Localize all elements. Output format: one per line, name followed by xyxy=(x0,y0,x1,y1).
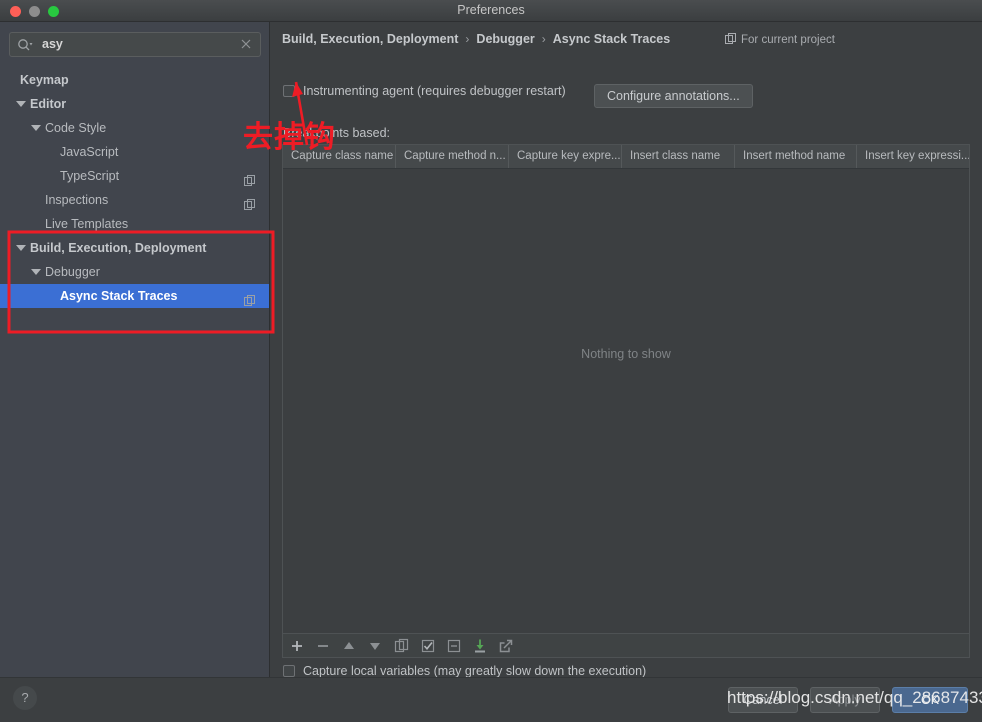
sidebar-item-label: Build, Execution, Deployment xyxy=(30,241,207,255)
sidebar-item-build-execution-deployment[interactable]: Build, Execution, Deployment xyxy=(0,236,269,260)
sidebar-item-debugger[interactable]: Debugger xyxy=(0,260,269,284)
disable-all-icon[interactable] xyxy=(446,638,462,654)
dialog-footer: ? Cancel Apply OK xyxy=(0,677,982,722)
export-icon[interactable] xyxy=(498,638,514,654)
help-button[interactable]: ? xyxy=(13,686,37,710)
breakpoints-based-label: Breakpoints based: xyxy=(283,126,391,140)
sidebar-item-typescript[interactable]: TypeScript xyxy=(0,164,269,188)
preferences-dialog: Preferences Keymap Editor Code Style JavaSc… xyxy=(0,0,982,722)
instrumenting-agent-label: Instrumenting agent (requires debugger r… xyxy=(303,84,566,98)
sidebar-item-code-style[interactable]: Code Style xyxy=(0,116,269,140)
clear-search-icon[interactable] xyxy=(239,37,253,51)
capture-local-variables-checkbox[interactable] xyxy=(283,665,295,677)
settings-tree: Keymap Editor Code Style JavaScript TypeScri… xyxy=(0,68,269,308)
for-current-project-text: For current project xyxy=(741,34,835,46)
table-column-header[interactable]: Insert key expressi... xyxy=(857,145,969,168)
expand-arrow-icon[interactable] xyxy=(16,101,26,107)
move-down-icon[interactable] xyxy=(367,638,383,654)
sidebar-item-keymap[interactable]: Keymap xyxy=(0,68,269,92)
sidebar-item-async-stack-traces[interactable]: Async Stack Traces xyxy=(0,284,269,308)
sidebar-item-editor[interactable]: Editor xyxy=(0,92,269,116)
sidebar-item-live-templates[interactable]: Live Templates xyxy=(0,212,269,236)
sidebar-item-label: Async Stack Traces xyxy=(60,289,178,303)
window-titlebar: Preferences xyxy=(0,0,982,22)
remove-icon[interactable] xyxy=(315,638,331,654)
capture-points-table: Capture class name Capture method n... Cap… xyxy=(282,144,970,634)
move-up-icon[interactable] xyxy=(341,638,357,654)
copy-icon[interactable] xyxy=(394,638,410,654)
settings-sidebar: Keymap Editor Code Style JavaScript TypeScri… xyxy=(0,22,270,677)
expand-arrow-icon[interactable] xyxy=(31,125,41,131)
add-icon[interactable] xyxy=(289,638,305,654)
table-column-header[interactable]: Capture class name xyxy=(283,145,396,168)
sidebar-item-label: Editor xyxy=(30,97,67,111)
apply-button[interactable]: Apply xyxy=(810,687,880,713)
ok-button[interactable]: OK xyxy=(892,687,968,713)
settings-content-panel: Build, Execution, Deployment › Debugger › As… xyxy=(270,22,982,678)
breadcrumb-part[interactable]: Debugger xyxy=(476,32,534,46)
import-icon[interactable] xyxy=(472,638,488,654)
sidebar-item-label: Keymap xyxy=(20,73,69,87)
project-scope-icon xyxy=(244,290,255,306)
breadcrumb-separator: › xyxy=(541,32,546,46)
table-column-header[interactable]: Capture method n... xyxy=(396,145,509,168)
project-scope-icon xyxy=(725,33,736,44)
sidebar-item-label: Code Style xyxy=(45,121,107,135)
project-scope-icon xyxy=(244,170,255,186)
sidebar-item-label: Inspections xyxy=(45,193,109,207)
table-header-row: Capture class name Capture method n... Cap… xyxy=(283,145,969,169)
sidebar-item-label: TypeScript xyxy=(60,169,120,183)
table-body: Nothing to show xyxy=(283,169,969,633)
table-column-header[interactable]: Capture key expre... xyxy=(509,145,622,168)
capture-local-variables-label: Capture local variables (may greatly slo… xyxy=(303,664,647,678)
search-icon xyxy=(17,38,33,52)
empty-table-message: Nothing to show xyxy=(581,347,671,361)
search-input[interactable] xyxy=(42,33,234,56)
sidebar-item-label: JavaScript xyxy=(60,145,119,159)
project-scope-icon xyxy=(244,194,255,210)
sidebar-item-label: Debugger xyxy=(45,265,100,279)
expand-arrow-icon[interactable] xyxy=(31,269,41,275)
cancel-button[interactable]: Cancel xyxy=(728,687,798,713)
breadcrumb: Build, Execution, Deployment › Debugger › As… xyxy=(282,32,670,46)
search-field[interactable] xyxy=(9,32,261,57)
instrumenting-agent-checkbox[interactable] xyxy=(283,85,295,97)
sidebar-item-javascript[interactable]: JavaScript xyxy=(0,140,269,164)
breadcrumb-separator: › xyxy=(465,32,470,46)
breadcrumb-part[interactable]: Build, Execution, Deployment xyxy=(282,32,458,46)
window-title: Preferences xyxy=(457,3,525,17)
instrumenting-agent-row[interactable]: Instrumenting agent (requires debugger r… xyxy=(283,82,566,100)
for-current-project-label: For current project xyxy=(725,33,835,46)
enable-all-icon[interactable] xyxy=(420,638,436,654)
sidebar-item-inspections[interactable]: Inspections xyxy=(0,188,269,212)
table-column-header[interactable]: Insert method name xyxy=(735,145,857,168)
breadcrumb-part[interactable]: Async Stack Traces xyxy=(553,32,670,46)
table-toolbar xyxy=(282,634,970,658)
table-column-header[interactable]: Insert class name xyxy=(622,145,735,168)
sidebar-item-label: Live Templates xyxy=(45,217,129,231)
expand-arrow-icon[interactable] xyxy=(16,245,26,251)
configure-annotations-button[interactable]: Configure annotations... xyxy=(594,84,753,108)
